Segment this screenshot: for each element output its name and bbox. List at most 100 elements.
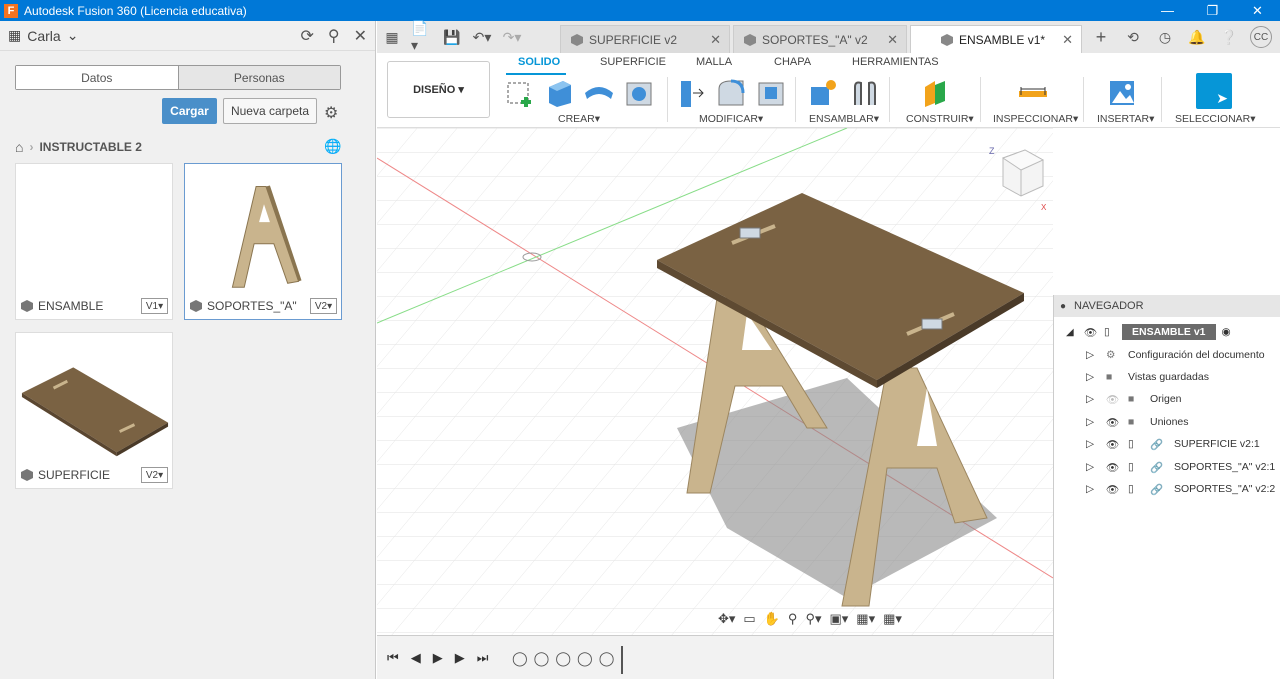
nav-item[interactable]: ▷ 👁 ■ Origen bbox=[1086, 388, 1182, 410]
close-tab-icon[interactable]: ✕ bbox=[887, 32, 898, 48]
timeline-joint-icon[interactable]: ◯ bbox=[555, 650, 571, 667]
shell-icon[interactable] bbox=[755, 77, 787, 109]
grid-settings-icon[interactable]: ▦▾ bbox=[856, 611, 875, 627]
new-component-icon[interactable] bbox=[807, 77, 839, 109]
refresh-icon[interactable]: ⟳ bbox=[300, 26, 313, 46]
nav-item[interactable]: ▷ 👁 ▯ 🔗 SOPORTES_"A" v2:2 bbox=[1086, 478, 1275, 500]
avatar[interactable]: CC bbox=[1250, 26, 1272, 48]
doc-tab-superficie[interactable]: SUPERFICIE v2 ✕ bbox=[560, 25, 730, 53]
viewports-icon[interactable]: ▦▾ bbox=[883, 611, 902, 627]
new-folder-button[interactable]: Nueva carpeta bbox=[223, 98, 317, 124]
eye-icon[interactable]: 👁 bbox=[1106, 483, 1128, 496]
collapse-icon[interactable]: ● bbox=[1060, 301, 1066, 312]
group-crear[interactable]: CREAR▾ bbox=[558, 113, 600, 125]
tab-herramientas[interactable]: HERRAMIENTAS bbox=[852, 56, 939, 68]
doc-tab-soportes[interactable]: SOPORTES_"A" v2 ✕ bbox=[733, 25, 907, 53]
go-to-end-icon[interactable]: ⏭ bbox=[477, 650, 489, 666]
offset-plane-icon[interactable] bbox=[921, 77, 953, 109]
home-icon[interactable]: ⌂ bbox=[15, 139, 23, 155]
extrude-icon[interactable] bbox=[543, 77, 575, 109]
upload-button[interactable]: Cargar bbox=[162, 98, 217, 124]
timeline-joint-icon[interactable]: ◯ bbox=[534, 650, 550, 667]
step-back-icon[interactable]: ◀ bbox=[411, 650, 421, 666]
close-window-button[interactable]: ✕ bbox=[1235, 0, 1280, 21]
tab-superficie[interactable]: SUPERFICIE bbox=[600, 56, 666, 68]
workspace-dropdown[interactable]: DISEÑO ▾ bbox=[387, 61, 490, 118]
orbit-icon[interactable]: ✥▾ bbox=[718, 611, 735, 627]
activate-radio-icon[interactable]: ◉ bbox=[1222, 326, 1231, 338]
gear-icon[interactable]: ⚙ bbox=[324, 103, 338, 123]
press-pull-icon[interactable] bbox=[675, 77, 707, 109]
group-insertar[interactable]: INSERTAR▾ bbox=[1097, 113, 1154, 125]
minimize-button[interactable]: — bbox=[1145, 0, 1190, 21]
doc-tab-ensamble[interactable]: ENSAMBLE v1* ✕ bbox=[910, 25, 1082, 53]
app-grid-icon[interactable]: ▦ bbox=[381, 29, 403, 46]
job-status-icon[interactable]: ◷ bbox=[1154, 26, 1176, 48]
joint-icon[interactable] bbox=[849, 77, 881, 109]
revolve-icon[interactable] bbox=[583, 77, 615, 109]
nav-item[interactable]: ▷ 👁 ▯ 🔗 SOPORTES_"A" v2:1 bbox=[1086, 456, 1275, 478]
group-modificar[interactable]: MODIFICAR▾ bbox=[699, 113, 763, 125]
tab-personas[interactable]: Personas bbox=[178, 66, 340, 89]
user-menu[interactable]: ▦ Carla ⌄ bbox=[8, 27, 78, 44]
measure-icon[interactable] bbox=[1017, 77, 1049, 109]
hole-icon[interactable] bbox=[623, 77, 655, 109]
globe-icon[interactable]: 🌐 bbox=[324, 138, 341, 155]
close-icon[interactable]: ✕ bbox=[354, 26, 367, 46]
file-menu-icon[interactable]: 📄▾ bbox=[411, 20, 433, 54]
look-at-icon[interactable]: ▭ bbox=[743, 611, 755, 627]
group-inspeccionar[interactable]: INSPECCIONAR▾ bbox=[993, 113, 1078, 125]
nav-item[interactable]: ▷ 👁 ▯ 🔗 SUPERFICIE v2:1 bbox=[1086, 433, 1260, 455]
joint-marker-icon[interactable] bbox=[739, 227, 761, 239]
fillet-icon[interactable] bbox=[715, 77, 747, 109]
tab-chapa[interactable]: CHAPA bbox=[774, 56, 811, 68]
timeline-joint-icon[interactable]: ◯ bbox=[599, 650, 615, 667]
extensions-icon[interactable]: ⟲ bbox=[1122, 26, 1144, 48]
file-card-superficie[interactable]: SUPERFICIE V2 ▾ bbox=[15, 332, 173, 489]
joint-marker-icon[interactable] bbox=[921, 318, 943, 330]
step-forward-icon[interactable]: ▶ bbox=[455, 650, 465, 666]
eye-icon[interactable]: 👁 bbox=[1084, 326, 1104, 339]
group-construir[interactable]: CONSTRUIR▾ bbox=[906, 113, 974, 125]
version-dropdown[interactable]: V2 ▾ bbox=[310, 298, 337, 314]
close-tab-icon[interactable]: ✕ bbox=[1062, 32, 1073, 48]
version-dropdown[interactable]: V2 ▾ bbox=[141, 467, 168, 483]
expand-icon[interactable]: ▷ bbox=[1086, 461, 1106, 473]
select-button[interactable]: ➤ bbox=[1196, 73, 1232, 109]
file-card-ensamble[interactable]: ENSAMBLE V1 ▾ bbox=[15, 163, 173, 320]
nav-item[interactable]: ▷ ⚙ Configuración del documento bbox=[1086, 344, 1265, 366]
expand-icon[interactable]: ▷ bbox=[1086, 393, 1106, 405]
save-icon[interactable]: 💾 bbox=[441, 29, 463, 46]
expand-icon[interactable]: ▷ bbox=[1086, 371, 1106, 383]
pan-icon[interactable]: ✋ bbox=[764, 611, 780, 627]
eye-icon[interactable]: 👁 bbox=[1106, 416, 1128, 429]
nav-item[interactable]: ▷ 👁 ■ Uniones bbox=[1086, 411, 1189, 433]
zoom-icon[interactable]: ⚲ bbox=[788, 611, 798, 627]
nav-root[interactable]: ◢ 👁 ▯ ENSAMBLE v1 ◉ bbox=[1066, 321, 1231, 343]
search-icon[interactable]: ⚲ bbox=[328, 26, 340, 46]
help-icon[interactable]: ❔ bbox=[1218, 26, 1240, 48]
timeline-joint-icon[interactable]: ◯ bbox=[577, 650, 593, 667]
expand-icon[interactable]: ▷ bbox=[1086, 416, 1106, 428]
eye-icon[interactable]: 👁 bbox=[1106, 438, 1128, 451]
redo-icon[interactable]: ↷▾ bbox=[501, 29, 523, 46]
new-tab-icon[interactable]: + bbox=[1090, 26, 1112, 48]
expanded-icon[interactable]: ◢ bbox=[1066, 327, 1084, 338]
fit-icon[interactable]: ⚲▾ bbox=[805, 611, 821, 627]
tab-malla[interactable]: MALLA bbox=[696, 56, 732, 68]
file-card-soportes[interactable]: SOPORTES_"A" V2 ▾ bbox=[184, 163, 342, 320]
insert-image-icon[interactable] bbox=[1106, 77, 1138, 109]
undo-icon[interactable]: ↶▾ bbox=[471, 29, 493, 46]
display-settings-icon[interactable]: ▣▾ bbox=[829, 611, 848, 627]
play-icon[interactable]: ▶ bbox=[433, 650, 443, 666]
eye-icon[interactable]: 👁 bbox=[1106, 461, 1128, 474]
restore-button[interactable]: ❐ bbox=[1190, 0, 1235, 21]
expand-icon[interactable]: ▷ bbox=[1086, 349, 1106, 361]
eye-hidden-icon[interactable]: 👁 bbox=[1106, 393, 1128, 406]
3d-viewport[interactable]: Z X ✥▾ ▭ ✋ ⚲ ⚲▾ ▣▾ ▦▾ ▦▾ bbox=[377, 128, 1053, 635]
group-ensamblar[interactable]: ENSAMBLAR▾ bbox=[809, 113, 879, 125]
tab-solido[interactable]: SOLIDO bbox=[518, 56, 560, 68]
expand-icon[interactable]: ▷ bbox=[1086, 483, 1106, 495]
close-tab-icon[interactable]: ✕ bbox=[710, 32, 721, 48]
timeline-joint-icon[interactable]: ◯ bbox=[512, 650, 528, 667]
